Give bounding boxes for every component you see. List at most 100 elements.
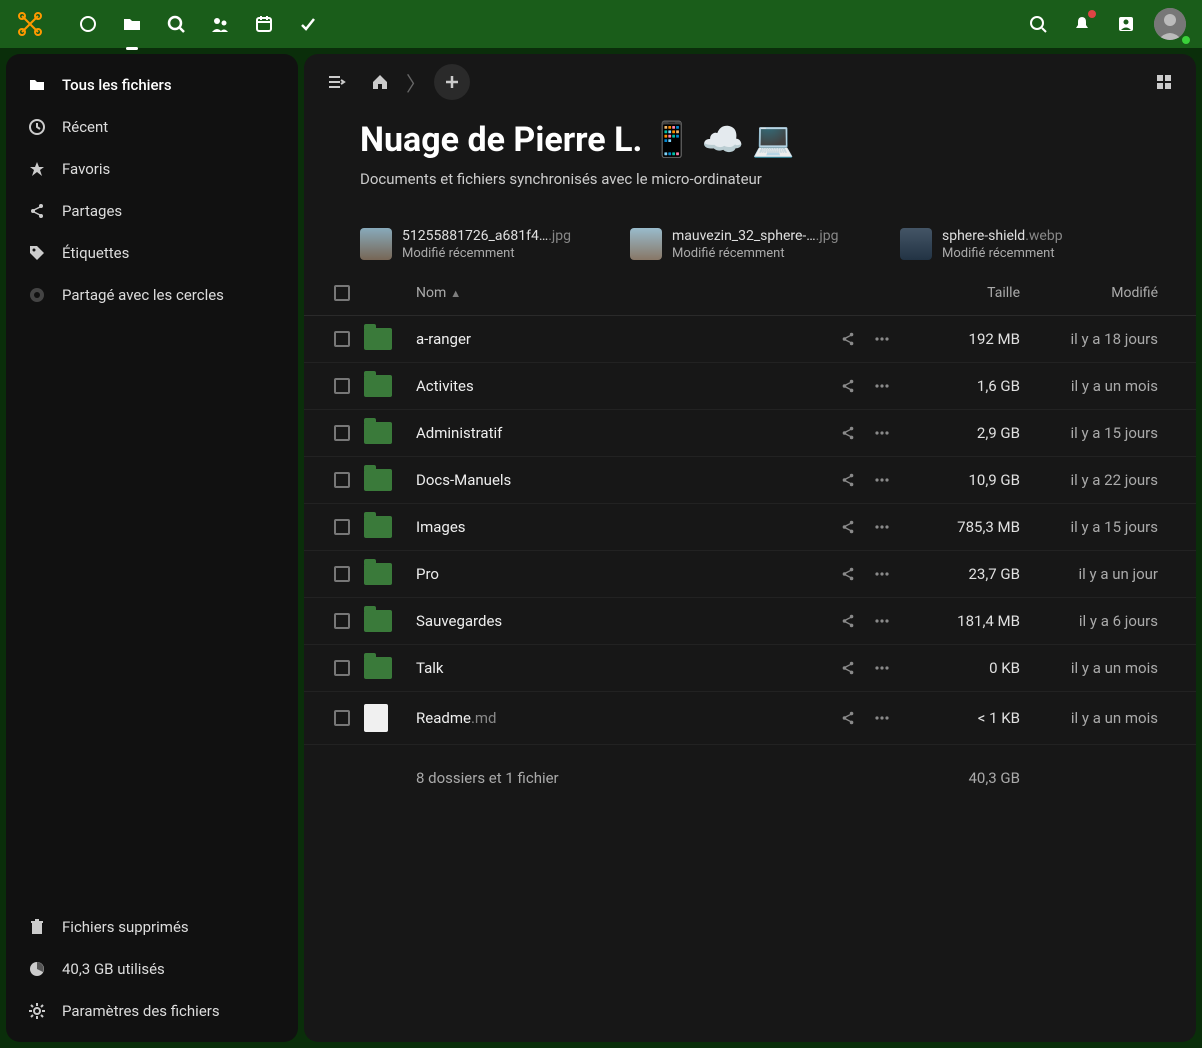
file-thumbnail: [900, 228, 932, 260]
sidebar-item-label: Tous les fichiers: [62, 76, 172, 94]
table-row[interactable]: Administratif 2,9 GB il y a 15 jours: [304, 410, 1196, 457]
more-action-icon[interactable]: [874, 613, 890, 629]
table-row[interactable]: Activites 1,6 GB il y a un mois: [304, 363, 1196, 410]
share-action-icon[interactable]: [840, 566, 856, 582]
share-action-icon[interactable]: [840, 660, 856, 676]
home-breadcrumb[interactable]: [362, 64, 398, 100]
row-checkbox[interactable]: [334, 519, 350, 535]
file-size: 181,4 MB: [900, 612, 1030, 630]
more-action-icon[interactable]: [874, 425, 890, 441]
more-action-icon[interactable]: [874, 660, 890, 676]
more-action-icon[interactable]: [874, 472, 890, 488]
row-checkbox[interactable]: [334, 566, 350, 582]
row-checkbox[interactable]: [334, 472, 350, 488]
file-name: Readme: [416, 709, 471, 727]
table-row[interactable]: Pro 23,7 GB il y a un jour: [304, 551, 1196, 598]
social-app-icon[interactable]: [200, 4, 240, 44]
more-action-icon[interactable]: [874, 331, 890, 347]
sort-ascending-icon: ▲: [450, 287, 461, 300]
app-logo[interactable]: [12, 6, 48, 42]
file-modified: il y a un jour: [1030, 565, 1180, 583]
calendar-app-icon[interactable]: [244, 4, 284, 44]
star-icon: [28, 160, 48, 178]
row-checkbox[interactable]: [334, 425, 350, 441]
sidebar-item-trash[interactable]: Fichiers supprimés: [6, 906, 298, 948]
column-name[interactable]: Nom▲: [412, 285, 800, 301]
share-action-icon[interactable]: [840, 378, 856, 394]
notification-badge: [1088, 10, 1096, 18]
circles-icon: [28, 286, 48, 304]
file-icon: [364, 704, 388, 732]
contacts-icon[interactable]: [1106, 4, 1146, 44]
table-row[interactable]: Sauvegardes 181,4 MB il y a 6 jours: [304, 598, 1196, 645]
file-modified: il y a 6 jours: [1030, 612, 1180, 630]
table-row[interactable]: Images 785,3 MB il y a 15 jours: [304, 504, 1196, 551]
gear-icon: [28, 1002, 48, 1020]
share-action-icon[interactable]: [840, 472, 856, 488]
topbar: [0, 0, 1202, 48]
more-action-icon[interactable]: [874, 710, 890, 726]
file-thumbnail: [630, 228, 662, 260]
toggle-sidebar-button[interactable]: [318, 64, 354, 100]
file-name: Talk: [416, 659, 444, 677]
sidebar-item-circles[interactable]: Partagé avec les cercles: [6, 274, 298, 316]
sidebar-item-recent[interactable]: Récent: [6, 106, 298, 148]
main-content: 〉 Nuage de Pierre L. 📱 ☁️ 💻 Documents et…: [304, 54, 1196, 1042]
sidebar-item-settings[interactable]: Paramètres des fichiers: [6, 990, 298, 1032]
view-toggle-button[interactable]: [1146, 64, 1182, 100]
table-header: Nom▲ Taille Modifié: [304, 271, 1196, 316]
folder-icon: [364, 328, 392, 350]
share-action-icon[interactable]: [840, 425, 856, 441]
file-table: Nom▲ Taille Modifié a-ranger 192 MB il y…: [304, 271, 1196, 811]
folder-icon: [364, 469, 392, 491]
user-menu[interactable]: [1150, 4, 1190, 44]
share-action-icon[interactable]: [840, 331, 856, 347]
table-row[interactable]: a-ranger 192 MB il y a 18 jours: [304, 316, 1196, 363]
more-action-icon[interactable]: [874, 519, 890, 535]
share-icon: [28, 202, 48, 220]
more-action-icon[interactable]: [874, 378, 890, 394]
file-size: 23,7 GB: [900, 565, 1030, 583]
folder-icon: [28, 76, 48, 94]
sidebar-item-shares[interactable]: Partages: [6, 190, 298, 232]
file-name: Pro: [416, 565, 439, 583]
page-subtitle: Documents et fichiers synchronisés avec …: [360, 170, 1140, 188]
row-checkbox[interactable]: [334, 660, 350, 676]
sidebar-item-all-files[interactable]: Tous les fichiers: [6, 64, 298, 106]
row-checkbox[interactable]: [334, 378, 350, 394]
recent-file[interactable]: 51255881726_a681f4….jpg Modifié récemmen…: [360, 228, 600, 261]
search-icon[interactable]: [1018, 4, 1058, 44]
row-checkbox[interactable]: [334, 710, 350, 726]
share-action-icon[interactable]: [840, 613, 856, 629]
search-app-icon[interactable]: [156, 4, 196, 44]
row-checkbox[interactable]: [334, 331, 350, 347]
trash-icon: [28, 918, 48, 936]
sidebar-item-favorites[interactable]: Favoris: [6, 148, 298, 190]
sidebar-item-storage[interactable]: 40,3 GB utilisés: [6, 948, 298, 990]
select-all-checkbox[interactable]: [334, 285, 350, 301]
summary-total: 40,3 GB: [900, 769, 1030, 787]
share-action-icon[interactable]: [840, 519, 856, 535]
file-modified: il y a 15 jours: [1030, 424, 1180, 442]
tasks-app-icon[interactable]: [288, 4, 328, 44]
share-action-icon[interactable]: [840, 710, 856, 726]
table-row[interactable]: Readme.md < 1 KB il y a un mois: [304, 692, 1196, 745]
file-modified: il y a 18 jours: [1030, 330, 1180, 348]
recent-file[interactable]: mauvezin_32_sphere-….jpg Modifié récemme…: [630, 228, 870, 261]
row-checkbox[interactable]: [334, 613, 350, 629]
table-row[interactable]: Talk 0 KB il y a un mois: [304, 645, 1196, 692]
sidebar-item-label: 40,3 GB utilisés: [62, 960, 165, 978]
recent-file[interactable]: sphere-shield.webp Modifié récemment: [900, 228, 1140, 261]
dashboard-app-icon[interactable]: [68, 4, 108, 44]
column-size[interactable]: Taille: [900, 285, 1030, 301]
more-action-icon[interactable]: [874, 566, 890, 582]
file-modified: il y a un mois: [1030, 709, 1180, 727]
notifications-icon[interactable]: [1062, 4, 1102, 44]
file-name: Images: [416, 518, 466, 536]
file-size: 192 MB: [900, 330, 1030, 348]
sidebar-item-tags[interactable]: Étiquettes: [6, 232, 298, 274]
new-button[interactable]: [434, 64, 470, 100]
files-app-icon[interactable]: [112, 4, 152, 44]
table-row[interactable]: Docs-Manuels 10,9 GB il y a 22 jours: [304, 457, 1196, 504]
column-modified[interactable]: Modifié: [1030, 285, 1180, 301]
